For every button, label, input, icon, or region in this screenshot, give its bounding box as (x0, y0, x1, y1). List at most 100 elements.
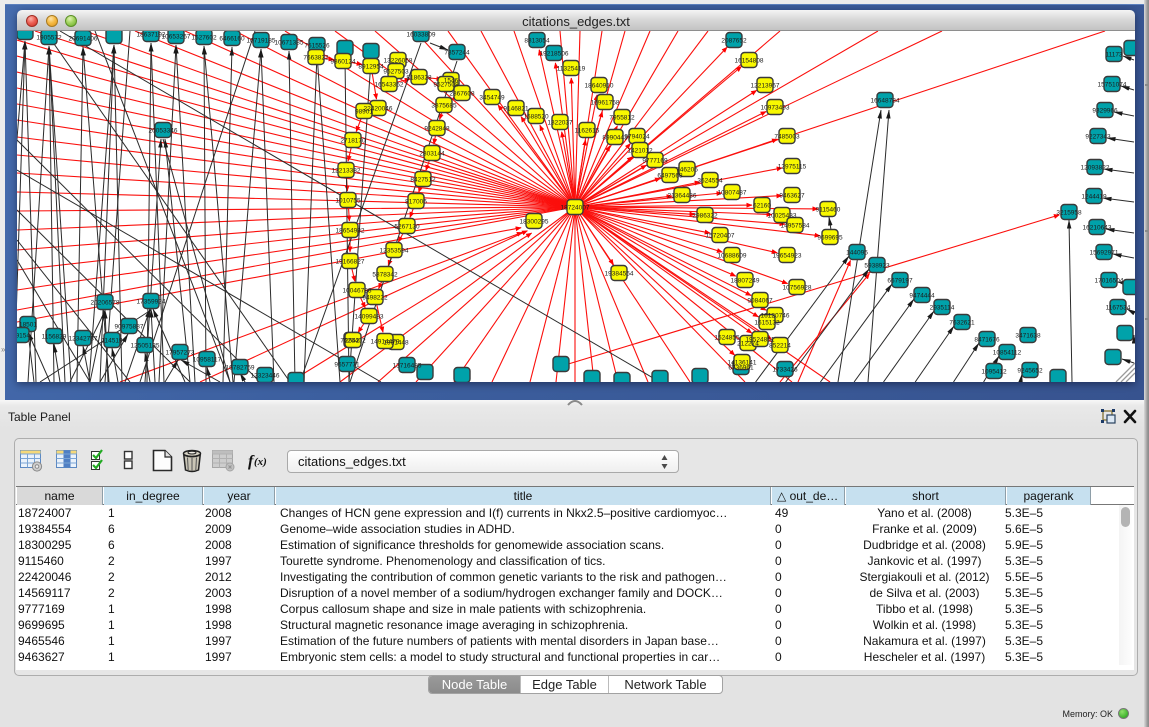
svg-text:98901: 98901 (355, 109, 373, 116)
svg-text:7515526: 7515526 (304, 43, 330, 50)
svg-text:5267130: 5267130 (394, 224, 420, 231)
svg-text:11173: 11173 (1105, 52, 1122, 59)
svg-text:7955812: 7955812 (609, 115, 635, 122)
svg-text:3454749: 3454749 (479, 95, 505, 102)
svg-text:10719185: 10719185 (247, 38, 276, 45)
svg-text:817006: 817006 (405, 199, 427, 206)
svg-text:(x): (x) (254, 456, 267, 468)
svg-text:16961758: 16961758 (591, 100, 620, 107)
svg-text:9860124: 9860124 (330, 59, 356, 66)
svg-text:18300295: 18300295 (520, 219, 549, 226)
svg-text:18654982: 18654982 (336, 228, 365, 235)
svg-text:18807249: 18807249 (731, 278, 760, 285)
svg-text:6679197: 6679197 (887, 278, 913, 285)
svg-text:12093822: 12093822 (1081, 165, 1110, 172)
svg-text:15720407: 15720407 (706, 233, 735, 240)
svg-text:11325419: 11325419 (557, 66, 586, 73)
svg-text:7632621: 7632621 (949, 320, 975, 327)
svg-text:12975115: 12975115 (778, 164, 807, 171)
svg-text:3215958: 3215958 (1056, 210, 1082, 217)
svg-text:10756928: 10756928 (783, 285, 812, 292)
svg-text:18640910: 18640910 (585, 83, 614, 90)
svg-text:10807487: 10807487 (718, 190, 747, 197)
svg-text:7625402: 7625402 (340, 338, 366, 345)
svg-text:20206578: 20206578 (91, 300, 120, 307)
svg-text:12505135: 12505135 (131, 343, 160, 350)
svg-text:852214: 852214 (769, 343, 791, 350)
svg-text:114519: 114519 (101, 338, 123, 345)
svg-text:9329966: 9329966 (1092, 108, 1118, 115)
svg-text:8186328: 8186328 (406, 75, 432, 82)
svg-text:10688609: 10688609 (718, 253, 747, 260)
svg-text:13716485: 13716485 (393, 363, 422, 370)
svg-text:10973493: 10973493 (761, 105, 790, 112)
svg-text:39154: 39154 (17, 333, 30, 340)
svg-text:9498222: 9498222 (362, 295, 388, 302)
svg-text:19166827: 19166827 (336, 259, 365, 266)
svg-text:144095: 144095 (846, 250, 868, 257)
svg-text:2986322: 2986322 (692, 213, 718, 220)
svg-text:19654923: 19654923 (773, 253, 802, 260)
svg-text:9657771: 9657771 (334, 362, 360, 369)
svg-text:2718170: 2718170 (340, 138, 366, 145)
svg-text:16033809: 16033809 (407, 32, 436, 39)
svg-text:1010755: 1010755 (335, 198, 361, 205)
svg-text:2087652: 2087652 (721, 38, 747, 45)
svg-text:10653267: 10653267 (162, 34, 191, 41)
svg-text:1167534: 1167534 (1106, 305, 1131, 312)
svg-text:5938923: 5938923 (864, 263, 890, 270)
svg-text:1162615: 1162615 (575, 128, 600, 135)
svg-text:12342737: 12342737 (69, 336, 98, 343)
svg-text:1244419: 1244419 (1081, 194, 1107, 201)
svg-text:2867608: 2867608 (449, 91, 475, 98)
svg-text:1156829: 1156829 (42, 334, 67, 341)
svg-text:7663822: 7663822 (303, 55, 329, 62)
svg-text:9146821: 9146821 (503, 106, 529, 113)
svg-text:2803144: 2803144 (419, 151, 445, 158)
svg-text:10854112: 10854112 (993, 350, 1022, 357)
svg-text:9777169: 9777169 (642, 158, 668, 165)
svg-text:9227343: 9227343 (1085, 134, 1111, 141)
svg-text:14099483: 14099483 (355, 314, 384, 321)
svg-text:9242848: 9242848 (424, 126, 450, 133)
svg-text:14957584: 14957584 (781, 223, 810, 230)
svg-text:19384554: 19384554 (605, 271, 634, 278)
svg-text:16782759: 16782759 (226, 365, 255, 372)
svg-text:6497568: 6497568 (657, 173, 683, 180)
svg-text:15751074: 15751074 (1098, 82, 1127, 89)
svg-text:18501: 18501 (19, 322, 37, 329)
svg-text:1615132: 1615132 (754, 320, 780, 327)
svg-text:7357244: 7357244 (444, 50, 470, 57)
svg-text:6466160: 6466160 (219, 36, 245, 43)
svg-text:9527503: 9527503 (383, 69, 409, 76)
svg-text:16120746: 16120746 (761, 313, 790, 320)
svg-text:62160: 62160 (753, 203, 771, 210)
svg-text:21364436: 21364436 (668, 193, 697, 200)
svg-text:8912954: 8912954 (358, 64, 384, 71)
svg-text:20691406: 20691406 (69, 36, 98, 43)
svg-text:17359924: 17359924 (137, 299, 166, 306)
svg-text:1733426: 1733426 (772, 367, 798, 374)
svg-text:3471638: 3471638 (1015, 333, 1041, 340)
svg-text:16648784: 16648784 (871, 98, 900, 105)
svg-text:1588520: 1588520 (523, 114, 549, 121)
svg-text:14136141: 14136141 (728, 360, 757, 367)
svg-text:1527602: 1527602 (191, 35, 217, 42)
svg-text:10958117: 10958117 (193, 357, 222, 364)
svg-text:12323446: 12323446 (251, 373, 280, 380)
svg-text:16210643: 16210643 (1083, 225, 1112, 232)
svg-text:10046788: 10046788 (343, 288, 372, 295)
svg-text:18724007: 18724007 (561, 205, 590, 212)
svg-text:9084067: 9084067 (747, 298, 773, 305)
svg-text:8471676: 8471676 (974, 337, 1000, 344)
svg-text:90975887: 90975887 (115, 324, 144, 331)
svg-text:10025433: 10025433 (768, 213, 797, 220)
svg-text:8813054: 8813054 (524, 38, 550, 45)
svg-text:9699695: 9699695 (817, 235, 843, 242)
svg-text:1905572: 1905572 (36, 35, 62, 42)
svg-text:2935114: 2935114 (930, 305, 955, 312)
svg-text:3875685: 3875685 (431, 103, 457, 110)
svg-text:16154808: 16154808 (735, 58, 764, 65)
svg-text:12213382: 12213382 (332, 168, 361, 175)
svg-text:7485003: 7485003 (774, 134, 800, 141)
